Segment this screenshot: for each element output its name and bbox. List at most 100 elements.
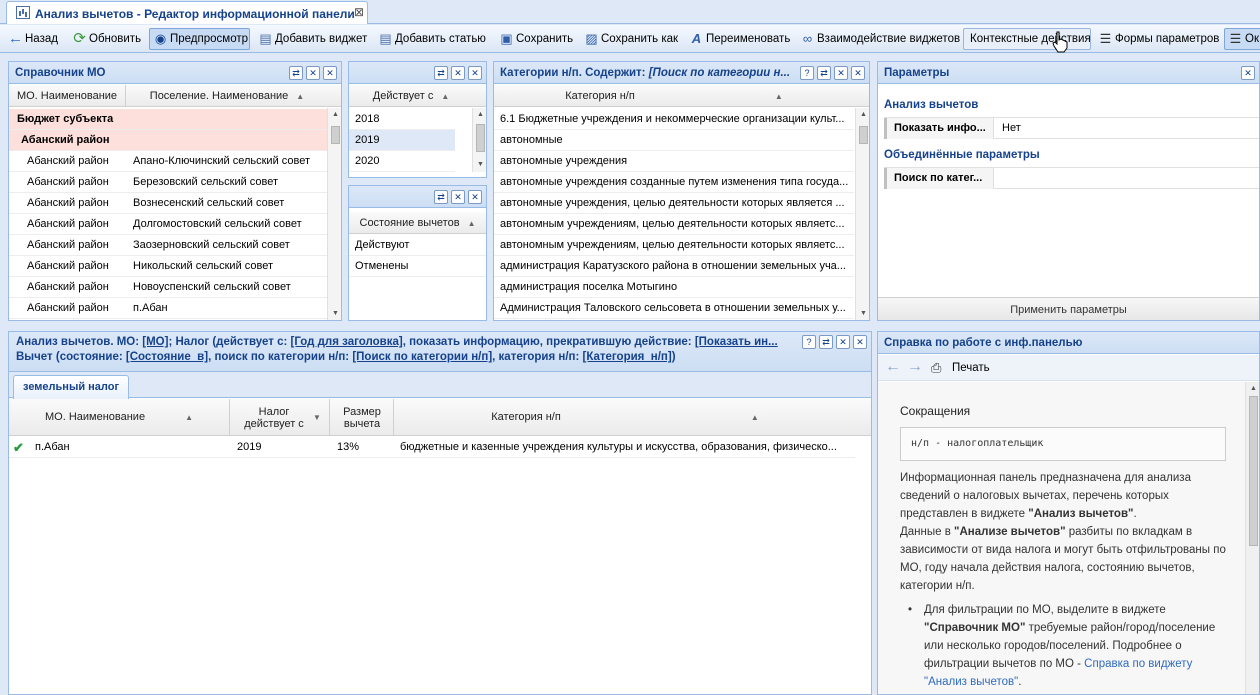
save-button[interactable]: ▣ Сохранить <box>495 28 574 50</box>
scroll-down-icon[interactable]: ▼ <box>858 309 869 319</box>
property-row[interactable]: Поиск по катег... <box>884 167 1259 189</box>
table-row[interactable]: Абанский район Вознесенский сельский сове… <box>9 193 327 214</box>
arrow-back-icon[interactable]: ← <box>885 358 901 376</box>
tab-land-tax[interactable]: земельный налог <box>13 375 130 399</box>
refresh-icon[interactable]: ⇄ <box>434 66 448 80</box>
state-param-link[interactable]: [Состояние_в] <box>126 351 208 363</box>
list-item[interactable]: автономные учреждения <box>494 151 854 172</box>
year-param-link[interactable]: [Год для заголовка] <box>290 336 402 348</box>
back-button[interactable]: ← Назад <box>4 28 59 50</box>
refresh-icon[interactable]: ⇄ <box>817 66 831 80</box>
context-actions-button[interactable]: Контекстные действия <box>963 28 1091 50</box>
scroll-thumb[interactable] <box>859 126 868 144</box>
print-button[interactable]: Печать <box>952 362 990 374</box>
scroll-up-icon[interactable]: ▲ <box>330 110 341 120</box>
add-article-button[interactable]: ▤ Добавить статью <box>374 28 487 50</box>
list-item[interactable]: автономным учреждениям, целью деятельнос… <box>494 214 854 235</box>
preview-button[interactable]: ◉ Предпросмотр <box>149 28 250 50</box>
close-icon[interactable]: ✕ <box>853 335 867 349</box>
document-tab[interactable]: Анализ вычетов - Редактор информационной… <box>6 1 368 24</box>
refresh-button[interactable]: ⟳ Обновить <box>68 28 142 50</box>
settings-icon[interactable]: ✕ <box>451 190 465 204</box>
parameter-forms-button[interactable]: ☰ Формы параметров <box>1094 28 1220 50</box>
list-item[interactable]: автономные учреждения созданные путем из… <box>494 172 854 193</box>
ok-button[interactable]: ☰ Ок <box>1224 28 1260 50</box>
vertical-scrollbar[interactable]: ▲ ▼ <box>327 108 341 320</box>
print-icon[interactable]: ⎙ <box>931 360 941 376</box>
refresh-icon[interactable]: ⇄ <box>434 190 448 204</box>
vertical-scrollbar[interactable]: ▲ <box>1245 382 1259 694</box>
table-row[interactable]: Абанский район п.Абан <box>9 298 327 319</box>
settings-icon[interactable]: ✕ <box>834 66 848 80</box>
list-item[interactable]: автономные <box>494 130 854 151</box>
search-param-link[interactable]: [Поиск по категории н/п] <box>352 351 492 363</box>
table-row[interactable]: Абанский район <box>9 130 327 151</box>
table-row[interactable]: Абанский район Новоуспенский сельский сов… <box>9 277 327 298</box>
scroll-up-icon[interactable]: ▲ <box>475 110 486 120</box>
column-header[interactable]: Категория н/п ▲ <box>494 85 854 107</box>
list-item[interactable]: Отменены <box>349 256 486 277</box>
refresh-icon[interactable]: ⇄ <box>819 335 833 349</box>
widget-interaction-button[interactable]: ∞ Взаимодействие виджетов <box>796 28 961 50</box>
save-as-button[interactable]: ▨ Сохранить как <box>580 28 679 50</box>
help-icon[interactable]: ? <box>800 66 814 80</box>
add-widget-button[interactable]: ▤ Добавить виджет <box>254 28 368 50</box>
table-row[interactable]: Абанский район Долгомостовский сельский с… <box>9 214 327 235</box>
settings-icon[interactable]: ✕ <box>451 66 465 80</box>
scroll-thumb[interactable] <box>476 124 485 152</box>
column-header[interactable]: Налог действует с ▼ <box>231 399 330 436</box>
close-icon[interactable]: ✕ <box>851 66 865 80</box>
property-value[interactable]: Нет <box>1002 118 1021 139</box>
table-row[interactable]: Абанский район Апано-Ключинский сельский … <box>9 151 327 172</box>
scroll-down-icon[interactable]: ▼ <box>330 309 341 319</box>
property-row[interactable]: Показать инфо... Нет <box>884 117 1259 139</box>
mo-param-link[interactable]: [МО] <box>142 336 168 348</box>
close-icon[interactable]: ✕ <box>1241 66 1255 80</box>
panel-tools: ? ⇄ ✕ ✕ <box>797 66 865 80</box>
list-item[interactable]: 6.1 Бюджетные учреждения и некоммерчески… <box>494 109 854 130</box>
close-icon[interactable]: ✕ <box>468 190 482 204</box>
vertical-scrollbar[interactable]: ▲ ▼ <box>855 108 869 320</box>
settings-icon[interactable]: ✕ <box>836 335 850 349</box>
close-icon[interactable]: ✕ <box>323 66 337 80</box>
list-item[interactable]: автономные учреждения, целью деятельност… <box>494 193 854 214</box>
column-header[interactable]: Размер вычета <box>331 399 394 436</box>
table-row[interactable]: Абанский район Заозерновский сельский сов… <box>9 235 327 256</box>
list-item[interactable]: Действуют <box>349 235 486 256</box>
close-tab-icon[interactable]: ⊠ <box>354 5 364 19</box>
table-row[interactable]: ✔ п.Абан 2019 13% бюджетные и казенные учреж… <box>9 437 855 458</box>
panel-tools: ⇄ ✕ ✕ <box>431 190 482 204</box>
column-header[interactable]: Поселение. Наименование ▲ <box>127 85 327 107</box>
list-item[interactable]: администрация поселка Мотыгино <box>494 277 854 298</box>
show-param-link[interactable]: [Показать ин... <box>695 336 778 348</box>
category-param-link[interactable]: [Категория_н/п] <box>583 351 672 363</box>
help-icon[interactable]: ? <box>802 335 816 349</box>
apply-parameters-button[interactable]: Применить параметры <box>878 297 1259 320</box>
column-header[interactable]: Действует с ▲ <box>349 85 473 107</box>
column-header[interactable]: Категория н/п ▲ <box>395 399 855 436</box>
list-item[interactable]: 2020 <box>349 151 455 172</box>
scroll-thumb[interactable] <box>1249 396 1258 546</box>
column-header[interactable]: Состояние вычетов ▲ <box>349 212 486 234</box>
refresh-icon[interactable]: ⇄ <box>289 66 303 80</box>
rename-button[interactable]: A Переименовать <box>685 28 791 50</box>
column-header[interactable]: МО. Наименование <box>9 85 126 107</box>
add-article-icon: ▤ <box>379 31 392 46</box>
scroll-down-icon[interactable]: ▼ <box>475 160 486 170</box>
table-row[interactable]: Абанский район Никольский сельский совет <box>9 256 327 277</box>
list-item[interactable]: автономным учреждениям, целью деятельнос… <box>494 235 854 256</box>
list-item[interactable]: 2018 <box>349 109 455 130</box>
close-icon[interactable]: ✕ <box>468 66 482 80</box>
arrow-forward-icon[interactable]: → <box>907 358 923 376</box>
list-item[interactable]: администрация Каратузского района в отно… <box>494 256 854 277</box>
table-row[interactable]: Бюджет субъекта <box>9 109 327 130</box>
column-header[interactable]: МО. Наименование ▲ <box>9 399 230 436</box>
vertical-scrollbar[interactable]: ▲ ▼ <box>472 108 486 172</box>
list-item[interactable]: Администрация Таловского сельсовета в от… <box>494 298 854 319</box>
scroll-thumb[interactable] <box>331 126 340 144</box>
list-item[interactable]: 2019 <box>349 130 455 151</box>
table-row[interactable]: Абанский район Березовский сельский совет <box>9 172 327 193</box>
scroll-up-icon[interactable]: ▲ <box>1248 384 1259 394</box>
settings-icon[interactable]: ✕ <box>306 66 320 80</box>
scroll-up-icon[interactable]: ▲ <box>858 110 869 120</box>
